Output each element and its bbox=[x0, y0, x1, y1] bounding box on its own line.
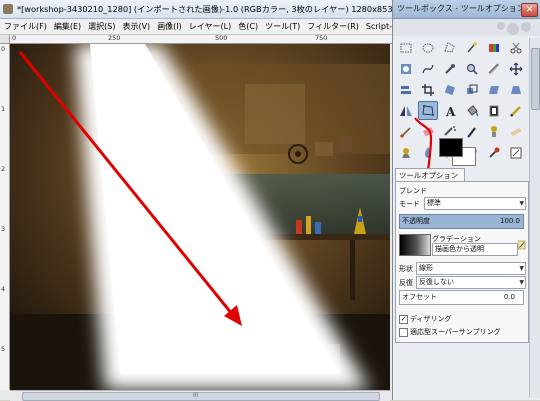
menu-filters[interactable]: フィルター(R) bbox=[303, 19, 362, 34]
v-ruler-label: 1 bbox=[1, 105, 6, 113]
v-ruler-label: 4 bbox=[1, 285, 6, 293]
check-icon: ✓ bbox=[400, 315, 407, 323]
h-ruler-label: 0 bbox=[12, 35, 17, 42]
gimp-app-icon bbox=[3, 4, 13, 14]
menu-script-fu[interactable]: Script-Fu bbox=[362, 19, 392, 34]
dithering-checkbox[interactable]: ✓ bbox=[399, 315, 408, 324]
edit-gradient-icon[interactable] bbox=[518, 240, 526, 250]
offset-label: オフセット bbox=[402, 293, 437, 301]
image-window: *[workshop-3430210_1280] (インポートされた画像)-1.… bbox=[0, 0, 393, 401]
menu-select[interactable]: 選択(S) bbox=[84, 19, 118, 34]
mode-select[interactable]: 標準 ▼ bbox=[424, 197, 526, 210]
menu-layer[interactable]: レイヤー(L) bbox=[185, 19, 234, 34]
gradient-value: 描画色から透明 bbox=[435, 245, 484, 253]
repeat-label: 反復 bbox=[399, 279, 413, 287]
opacity-label: 不透明度 bbox=[402, 217, 430, 225]
menu-bar: ファイル(F) 編集(E) 選択(S) 表示(V) 画像(I) レイヤー(L) 色(C) ツー… bbox=[0, 19, 392, 35]
v-ruler-label: 0 bbox=[1, 45, 6, 53]
menu-edit[interactable]: 編集(E) bbox=[50, 19, 84, 34]
opacity-slider[interactable]: 不透明度 100.0 bbox=[399, 214, 524, 229]
v-ruler-label: 3 bbox=[1, 225, 6, 233]
vertical-ruler[interactable]: 0 1 2 3 4 5 bbox=[0, 44, 10, 390]
tab-tool-options-label: ツールオプション bbox=[399, 171, 459, 180]
mode-value: 標準 bbox=[427, 199, 441, 207]
menu-file[interactable]: ファイル(F) bbox=[0, 19, 50, 34]
menu-tools[interactable]: ツール(T) bbox=[261, 19, 303, 34]
blend-section-label: ブレンド bbox=[399, 187, 427, 195]
shape-label: 形状 bbox=[399, 265, 413, 273]
opacity-value: 100.0 bbox=[499, 217, 520, 225]
menu-image[interactable]: 画像(I) bbox=[153, 19, 185, 34]
chevron-down-icon: ▼ bbox=[519, 279, 524, 286]
shape-value: 線形 bbox=[419, 264, 433, 272]
repeat-value: 反復しない bbox=[419, 278, 454, 286]
shape-select[interactable]: 線形 ▼ bbox=[416, 262, 526, 275]
horizontal-ruler[interactable]: 0 250 500 750 bbox=[10, 35, 392, 44]
gradient-preview-button[interactable] bbox=[399, 234, 431, 256]
dithering-label: ディザリング bbox=[410, 315, 452, 323]
v-ruler-label: 2 bbox=[1, 165, 6, 173]
title-bar: *[workshop-3430210_1280] (インポートされた画像)-1.… bbox=[0, 0, 392, 19]
adaptive-supersampling-checkbox[interactable] bbox=[399, 328, 408, 337]
toolbox-window: ツールボックス - ツールオプション ✕ A ツールオプション ブレンド モード… bbox=[392, 0, 540, 400]
mode-label: モード bbox=[399, 200, 420, 208]
offset-spinner[interactable]: オフセット 0.0 bbox=[399, 290, 524, 305]
tool-options-panel: ブレンド モード 標準 ▼ 不透明度 100.0 グラデーション 描画色から透明 … bbox=[395, 181, 529, 343]
horizontal-scrollbar[interactable]: III bbox=[10, 390, 390, 401]
menu-view[interactable]: 表示(V) bbox=[118, 19, 153, 34]
tab-tool-options[interactable]: ツールオプション bbox=[395, 168, 465, 182]
h-ruler-label: 500 bbox=[215, 35, 228, 42]
h-ruler-label: 250 bbox=[108, 35, 121, 42]
image-canvas[interactable] bbox=[10, 44, 390, 390]
repeat-select[interactable]: 反復しない ▼ bbox=[416, 276, 526, 289]
scroll-grip: III bbox=[193, 392, 199, 399]
h-ruler-label: 750 bbox=[315, 35, 328, 42]
menu-colors[interactable]: 色(C) bbox=[234, 19, 261, 34]
workshop-photo bbox=[10, 44, 390, 390]
offset-value: 0.0 bbox=[503, 293, 515, 301]
chevron-down-icon: ▼ bbox=[519, 200, 524, 207]
v-ruler-label: 5 bbox=[1, 345, 6, 353]
ruler-corner[interactable] bbox=[0, 35, 10, 44]
chevron-down-icon: ▼ bbox=[519, 265, 524, 272]
window-title: *[workshop-3430210_1280] (インポートされた画像)-1.… bbox=[17, 4, 392, 14]
adaptive-supersampling-label: 適応型スーパーサンプリング bbox=[410, 328, 501, 336]
gradient-select[interactable]: 描画色から透明 bbox=[432, 243, 518, 256]
